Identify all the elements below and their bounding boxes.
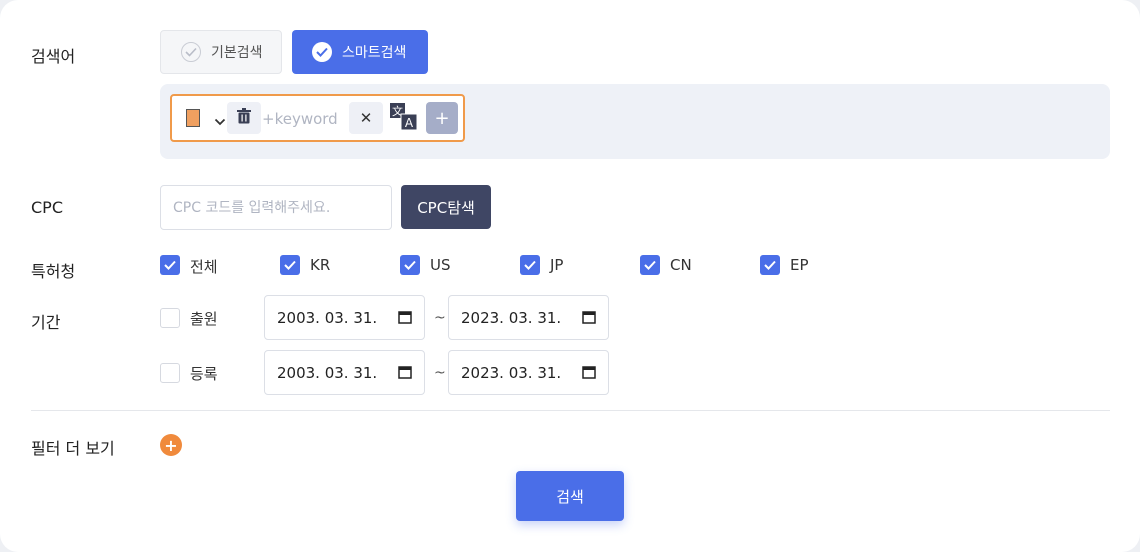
keyword-input[interactable] [262, 108, 344, 130]
date-value: 2003. 03. 31. [277, 308, 378, 327]
translate-button[interactable]: 文 A [387, 102, 421, 134]
cpc-explore-button[interactable]: CPC탐색 [401, 185, 491, 229]
office-label-ep: EP [790, 256, 809, 274]
more-filters-label: 필터 더 보기 [31, 439, 115, 458]
period-label: 기간 [31, 313, 61, 332]
date-value: 2023. 03. 31. [461, 363, 562, 382]
cpc-label: CPC [31, 198, 63, 217]
period-label-registration: 등록 [190, 365, 218, 383]
registration-date-to[interactable]: 2023. 03. 31. [448, 350, 609, 395]
office-label-all: 전체 [190, 258, 218, 276]
office-checkbox-us[interactable] [400, 255, 420, 275]
office-checkbox-all[interactable] [160, 255, 180, 275]
svg-text:A: A [405, 116, 414, 130]
check-circle-icon [312, 42, 332, 62]
smart-search-button[interactable]: 스마트검색 [292, 30, 428, 74]
date-value: 2003. 03. 31. [277, 363, 378, 382]
registration-date-from[interactable]: 2003. 03. 31. [264, 350, 425, 395]
trash-icon [237, 108, 251, 128]
date-value: 2023. 03. 31. [461, 308, 562, 327]
plus-icon: + [164, 435, 178, 455]
period-checkbox-registration[interactable] [160, 363, 180, 383]
more-filters-button[interactable]: + [160, 434, 182, 456]
calendar-icon[interactable] [582, 310, 596, 328]
office-checkbox-kr[interactable] [280, 255, 300, 275]
period-label-application: 출원 [190, 310, 218, 328]
delete-keyword-button[interactable] [227, 102, 261, 134]
office-checkbox-ep[interactable] [760, 255, 780, 275]
chevron-down-icon[interactable] [214, 111, 226, 130]
application-date-to[interactable]: 2023. 03. 31. [448, 295, 609, 340]
search-button[interactable]: 검색 [516, 471, 624, 521]
office-label-cn: CN [670, 256, 692, 274]
basic-search-button[interactable]: 기본검색 [160, 30, 282, 74]
range-separator: ~ [434, 310, 446, 326]
range-separator: ~ [434, 365, 446, 381]
calendar-icon[interactable] [398, 365, 412, 383]
plus-icon: + [434, 107, 450, 129]
close-icon: ✕ [359, 109, 373, 127]
office-label-us: US [430, 256, 451, 274]
office-checkbox-cn[interactable] [640, 255, 660, 275]
office-checkbox-jp[interactable] [520, 255, 540, 275]
cpc-input[interactable] [160, 185, 392, 230]
add-keyword-button[interactable]: + [426, 102, 458, 134]
office-label-kr: KR [310, 256, 331, 274]
smart-search-label: 스마트검색 [342, 45, 407, 61]
basic-search-label: 기본검색 [211, 45, 263, 61]
calendar-icon[interactable] [582, 365, 596, 383]
office-label: 특허청 [31, 262, 76, 281]
check-circle-icon [181, 42, 201, 62]
translate-icon: 文 A [389, 101, 419, 135]
search-panel: 검색어 기본검색 스마트검색 ✕ [0, 0, 1140, 552]
keyword-label: 검색어 [31, 47, 76, 66]
clear-keyword-button[interactable]: ✕ [349, 102, 383, 134]
period-checkbox-application[interactable] [160, 308, 180, 328]
divider [31, 410, 1110, 411]
application-date-from[interactable]: 2003. 03. 31. [264, 295, 425, 340]
keyword-color-swatch[interactable] [186, 109, 200, 127]
calendar-icon[interactable] [398, 310, 412, 328]
office-label-jp: JP [550, 256, 564, 274]
